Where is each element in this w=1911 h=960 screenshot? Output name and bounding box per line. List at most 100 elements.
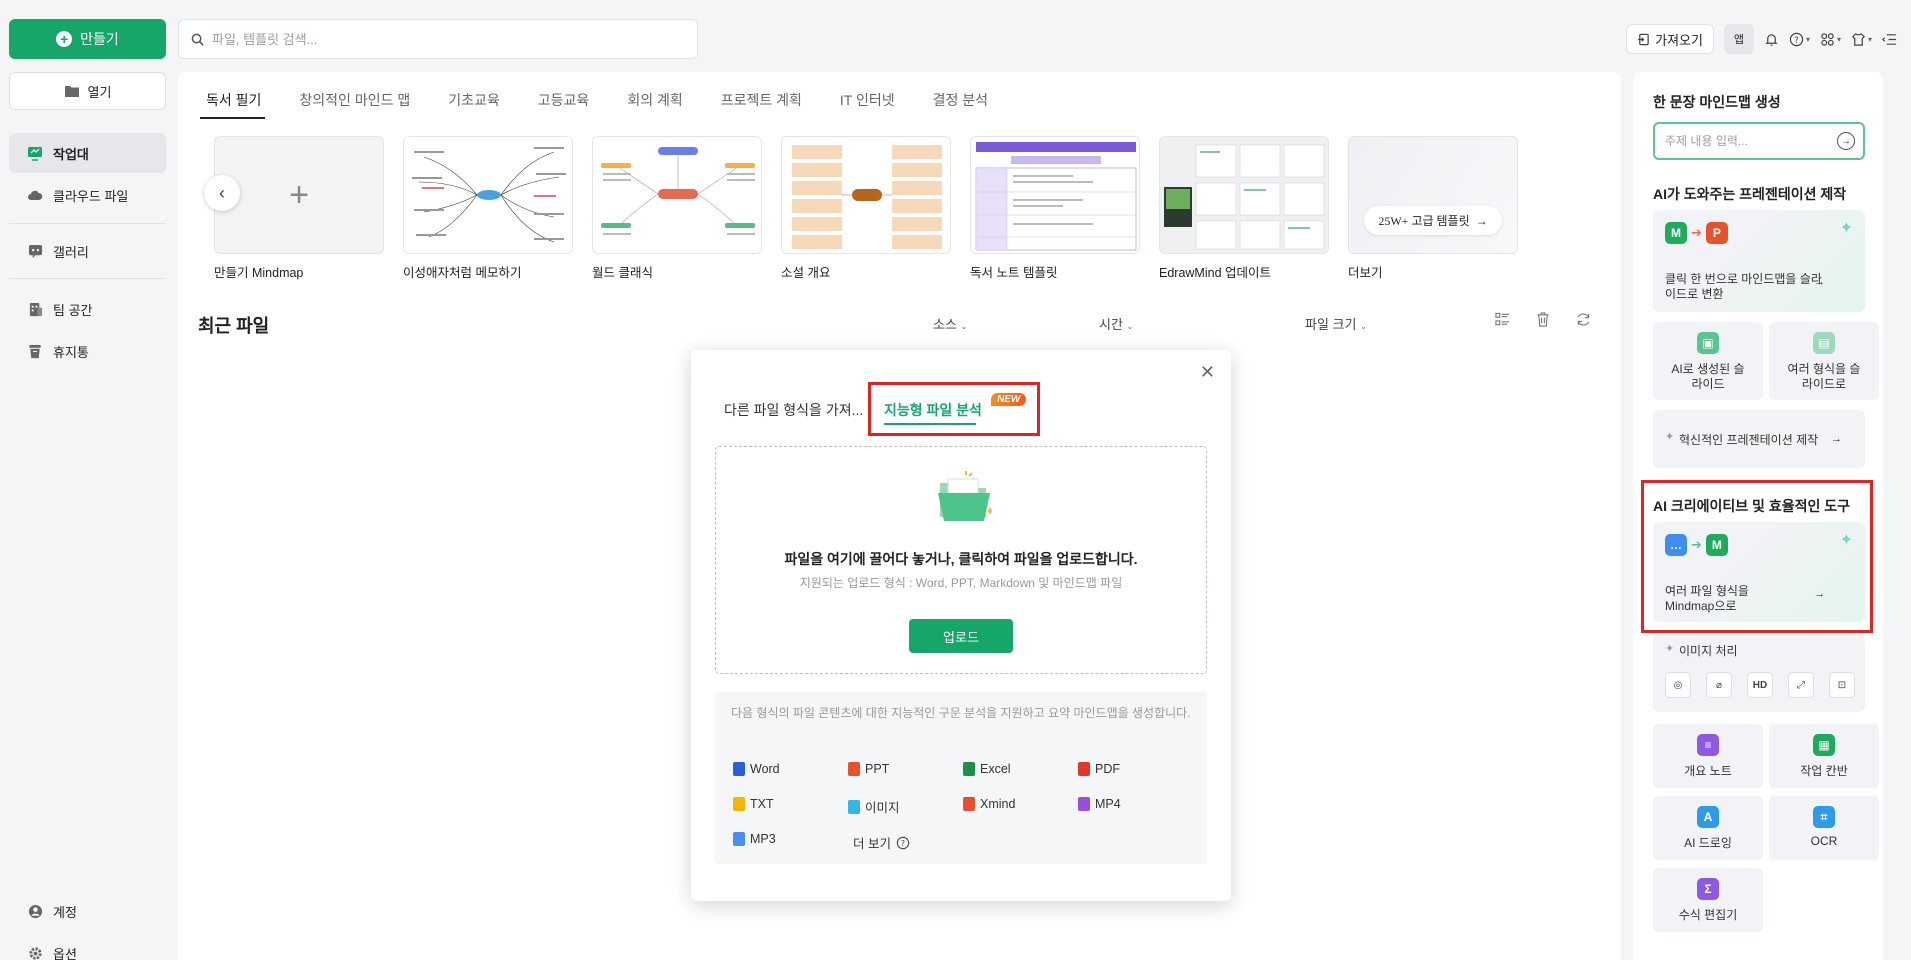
list-actions	[1495, 312, 1591, 331]
ppt-file-icon: P	[1705, 222, 1728, 244]
topic-input[interactable]	[1665, 134, 1837, 148]
pdf-icon	[1078, 762, 1090, 776]
task-kanban-button[interactable]: ▦ 작업 칸반	[1769, 724, 1879, 788]
arrow-right-icon: →	[1814, 276, 1825, 288]
tab-import-other-formats[interactable]: 다른 파일 형식을 가져...	[724, 400, 863, 420]
background-remove-icon[interactable]: ⊡	[1829, 672, 1855, 698]
create-button[interactable]: + 만들기	[9, 19, 166, 59]
sort-file-size[interactable]: 파일 크기 ⌄	[1305, 314, 1367, 333]
app-button[interactable]: 앱	[1723, 24, 1754, 54]
files-to-mindmap-card[interactable]: ✦ … ➔ M 여러 파일 형식을 Mindmap으로 →	[1653, 522, 1865, 622]
arrow-right-icon[interactable]: →	[1837, 132, 1855, 150]
mindmap-to-slides-card[interactable]: ✦ M ➔ P 클릭 한 번으로 마인드맵을 슬라이드로 변환 →	[1653, 210, 1865, 312]
tab-it-internet[interactable]: IT 인터넷	[840, 90, 895, 119]
close-icon[interactable]: ✕	[1200, 362, 1215, 383]
tab-basic-education[interactable]: 기초교육	[448, 90, 500, 119]
tool-label: OCR	[1810, 834, 1838, 848]
more-templates-thumb: 25W+ 고급 템플릿 →	[1348, 136, 1518, 254]
sidebar-item-options[interactable]: 옵션	[9, 933, 166, 960]
ai-generated-slides-button[interactable]: ▣ AI로 생성된 슬라이드	[1653, 322, 1763, 400]
template-card[interactable]: + 만들기 Mindmap	[214, 136, 384, 281]
sidebar-item-trash[interactable]: 휴지통	[9, 331, 166, 371]
image-processing-label: 이미지 처리	[1679, 644, 1738, 658]
hd-icon[interactable]: HD	[1747, 672, 1773, 698]
template-thumbnail	[970, 136, 1140, 254]
more-templates-pill[interactable]: 25W+ 고급 템플릿 →	[1364, 206, 1502, 235]
bell-icon[interactable]	[1764, 32, 1779, 47]
gallery-icon	[27, 243, 43, 259]
more-formats-link[interactable]: 더 보기?	[853, 833, 910, 852]
mp3-icon	[733, 832, 745, 846]
mindmap-file-icon: M	[1665, 222, 1687, 244]
sort-source[interactable]: 소스 ⌄	[933, 314, 967, 333]
apps-grid-icon[interactable]: ▾	[1820, 32, 1841, 47]
ai-creative-tools-title: AI 크리에이티브 및 효율적인 도구	[1653, 498, 1850, 514]
format-label: 이미지	[865, 801, 900, 815]
format-mp3: MP3	[733, 832, 776, 846]
template-card[interactable]: 이성애자처럼 메모하기	[403, 136, 573, 281]
sidebar-item-cloud-files[interactable]: 클라우드 파일	[9, 175, 166, 215]
template-card[interactable]: 독서 노트 템플릿	[970, 136, 1140, 281]
eraser-icon[interactable]: ⌀	[1706, 672, 1732, 698]
tab-reading-notes[interactable]: 독서 필기	[199, 90, 266, 119]
sort-time[interactable]: 시간 ⌄	[1099, 314, 1133, 333]
menu-collapse-icon[interactable]	[1882, 32, 1897, 47]
formula-editor-button[interactable]: Σ 수식 편집기	[1653, 868, 1763, 932]
upload-button[interactable]: 업로드	[909, 619, 1013, 653]
sidebar-item-gallery[interactable]: 갤러리	[9, 231, 166, 271]
ocr-button[interactable]: ⌗ OCR	[1769, 796, 1879, 860]
sigma-icon: Σ	[1653, 878, 1763, 900]
help-icon[interactable]: ? ▾	[1789, 32, 1810, 47]
format-ppt: PPT	[848, 762, 889, 776]
tab-decision-analysis[interactable]: 결정 분석	[933, 90, 988, 119]
topic-input-box[interactable]: →	[1653, 122, 1865, 160]
expand-image-icon[interactable]: ⤢	[1788, 672, 1814, 698]
tab-creative-mindmap[interactable]: 창의적인 마인드 맵	[299, 90, 410, 119]
carousel-prev-button[interactable]: ‹	[204, 175, 240, 211]
sparkle-icon: ✦	[1839, 532, 1853, 549]
sidebar-item-team-space[interactable]: 팀 공간	[9, 289, 166, 329]
delete-icon[interactable]	[1536, 312, 1550, 331]
tab-meeting-plan[interactable]: 회의 계획	[627, 90, 682, 119]
format-pdf: PDF	[1078, 762, 1120, 776]
arrow-icon: ➔	[1691, 537, 1702, 552]
outline-note-icon: ≡	[1653, 734, 1763, 756]
trash-icon	[27, 343, 43, 359]
tab-higher-education[interactable]: 고등교육	[538, 90, 590, 119]
tab-project-plan[interactable]: 프로젝트 계획	[721, 90, 802, 119]
search-bar[interactable]	[178, 19, 698, 59]
format-label: PDF	[1095, 762, 1120, 776]
chevron-left-icon: ‹	[219, 182, 225, 203]
import-button[interactable]: 가져오기	[1626, 24, 1714, 54]
sidebar-item-account[interactable]: 계정	[9, 891, 166, 931]
tool-label: AI 드로잉	[1684, 836, 1732, 850]
refresh-icon[interactable]	[1576, 312, 1591, 331]
conversion-illustration: … ➔ M	[1665, 534, 1728, 556]
template-thumbnail	[592, 136, 762, 254]
outline-note-button[interactable]: ≡ 개요 노트	[1653, 724, 1763, 788]
col-source-label: 소스	[933, 317, 957, 332]
sidebar-item-label: 갤러리	[53, 244, 89, 260]
skin-icon[interactable]: ▾	[1851, 32, 1872, 47]
sidebar-item-workbench[interactable]: 작업대	[9, 133, 166, 173]
file-drop-zone[interactable]: 파일을 여기에 끌어다 놓거나, 클릭하여 파일을 업로드합니다. 지원되는 업…	[715, 446, 1207, 674]
mp4-icon	[1078, 797, 1090, 811]
template-label: 소설 개요	[781, 266, 831, 280]
excel-icon	[963, 762, 975, 776]
list-view-icon[interactable]	[1495, 312, 1510, 331]
ai-drawing-button[interactable]: A AI 드로잉	[1653, 796, 1763, 860]
tab-smart-file-analysis[interactable]: 지능형 파일 분석	[884, 400, 982, 420]
sidebar-item-label: 클라우드 파일	[53, 188, 129, 204]
image-enhance-icon[interactable]: ◎	[1665, 672, 1691, 698]
template-card[interactable]: EdrawMind 업데이트	[1159, 136, 1329, 281]
open-button[interactable]: 열기	[9, 72, 166, 110]
template-card[interactable]: 소설 개요	[781, 136, 951, 281]
innovative-presentation-card[interactable]: ✦ 혁신적인 프레젠테이션 제작 →	[1653, 410, 1865, 468]
search-input[interactable]	[212, 31, 697, 47]
multi-format-to-slides-button[interactable]: ▤ 여러 형식을 슬라이드로	[1769, 322, 1879, 400]
plus-icon: +	[56, 31, 73, 47]
template-card[interactable]: 25W+ 고급 템플릿 → 더보기	[1348, 136, 1518, 281]
sparkle-icon: ✦	[1839, 220, 1853, 237]
col-size-label: 파일 크기	[1305, 317, 1357, 332]
template-card[interactable]: 월드 클래식	[592, 136, 762, 281]
